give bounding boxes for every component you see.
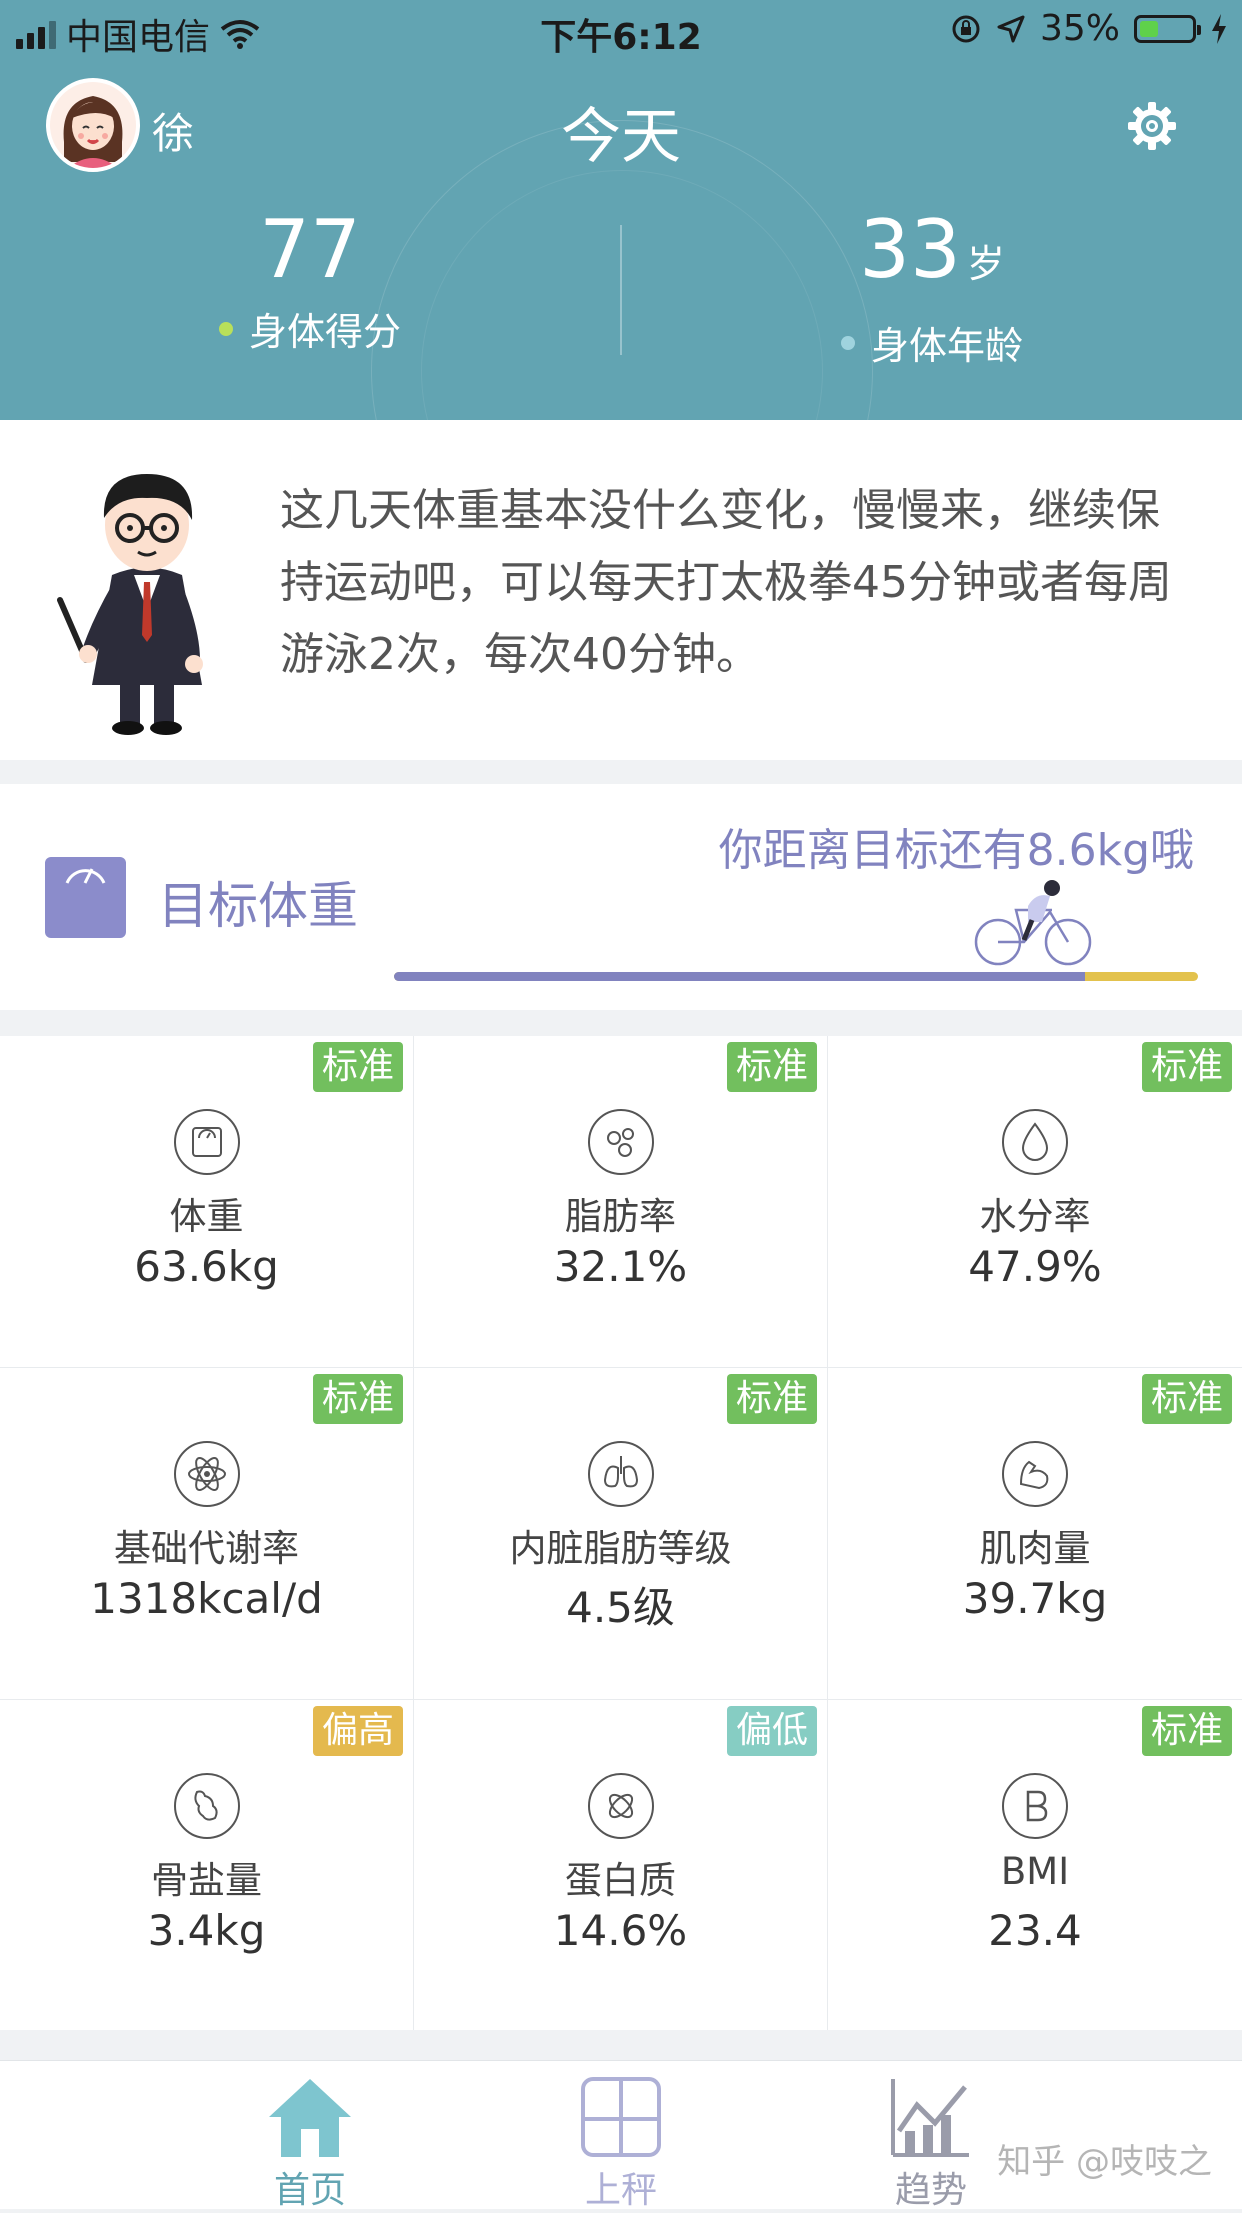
lungs-icon <box>587 1441 654 1507</box>
metric-cell[interactable]: 标准 肌肉量 39.7kg <box>828 1368 1242 1699</box>
home-icon <box>269 2079 351 2157</box>
status-badge: 标准 <box>312 1374 403 1424</box>
status-badge: 标准 <box>1141 1706 1232 1756</box>
metric-value: 3.4kg <box>147 1906 266 1955</box>
metric-cell[interactable]: 标准 水分率 47.9% <box>828 1036 1242 1367</box>
advice-text: 这几天体重基本没什么变化，慢慢来，继续保持运动吧，可以每天打太极拳45分钟或者每… <box>280 485 1172 680</box>
metric-name: 基础代谢率 <box>114 1527 299 1570</box>
bone-icon <box>173 1773 240 1839</box>
metric-cell[interactable]: 偏高 骨盐量 3.4kg <box>0 1700 413 2030</box>
page-title: 今天 <box>561 102 681 172</box>
muscle-icon <box>1002 1441 1068 1507</box>
status-badge: 标准 <box>726 1374 817 1424</box>
battery-percent: 35% <box>1039 8 1120 49</box>
body-age-unit: 岁 <box>966 242 1005 286</box>
metric-name: 肌肉量 <box>979 1527 1091 1570</box>
metric-name: BMI <box>1000 1850 1070 1893</box>
metric-value: 23.4 <box>988 1906 1082 1955</box>
metric-value: 32.1% <box>553 1242 688 1291</box>
body-score-value: 77 <box>259 203 361 296</box>
metric-value: 47.9% <box>968 1242 1102 1291</box>
target-progress-fill <box>394 972 1086 981</box>
body-score-dot <box>218 321 233 336</box>
orientation-lock-icon <box>952 15 980 42</box>
metric-name: 骨盐量 <box>151 1859 262 1902</box>
weight-scale-icon <box>45 857 126 938</box>
target-weight-label: 目标体重 <box>158 877 358 935</box>
teacher-character-illustration <box>57 474 203 735</box>
bmi-icon <box>1002 1773 1068 1839</box>
body-age-label: 身体年龄 <box>870 324 1023 368</box>
status-badge: 标准 <box>726 1042 817 1092</box>
fat-molecule-icon <box>587 1109 654 1175</box>
status-badge: 标准 <box>312 1042 403 1092</box>
watermark: 知乎 @吱吱之 <box>997 2142 1212 2182</box>
metric-cell[interactable]: 标准 内脏脂肪等级 4.5级 <box>414 1368 827 1699</box>
body-score[interactable]: 77 身体得分 <box>0 205 620 356</box>
tab-home[interactable]: 首页 <box>250 2075 370 2213</box>
scale-icon <box>173 1109 240 1175</box>
body-age-value: 33 <box>859 203 961 296</box>
tab-home-label: 首页 <box>273 2170 346 2211</box>
status-badge: 偏高 <box>312 1706 403 1756</box>
tab-trend[interactable]: 趋势 <box>871 2075 991 2213</box>
water-drop-icon <box>1002 1109 1068 1175</box>
protein-icon <box>587 1773 654 1839</box>
target-weight-card[interactable]: 目标体重 你距离目标还有8.6kg哦 <box>0 784 1242 1010</box>
metric-value: 39.7kg <box>962 1574 1108 1623</box>
scale-weigh-icon <box>581 2077 661 2157</box>
body-score-label: 身体得分 <box>248 310 401 354</box>
target-progress-bar <box>394 972 1198 981</box>
metric-value: 14.6% <box>553 1906 688 1955</box>
metric-cell[interactable]: 偏低 蛋白质 14.6% <box>414 1700 827 2030</box>
tab-trend-label: 趋势 <box>894 2170 967 2211</box>
metric-name: 脂肪率 <box>565 1195 676 1238</box>
metrics-grid: 标准 体重 63.6kg 标准 脂肪率 32.1% 标准 水分率 47.9% 标… <box>0 1036 1242 2030</box>
tab-weigh-label: 上秤 <box>584 2170 657 2211</box>
advice-card: 这几天体重基本没什么变化，慢慢来，继续保持运动吧，可以每天打太极拳45分钟或者每… <box>0 420 1242 760</box>
metric-name: 水分率 <box>979 1195 1091 1238</box>
metric-name: 蛋白质 <box>565 1859 676 1902</box>
metric-value: 1318kcal/d <box>90 1574 323 1623</box>
status-bar: 中国电信 下午6:12 35% <box>0 0 1242 60</box>
status-badge: 偏低 <box>726 1706 817 1756</box>
status-badge: 标准 <box>1141 1042 1232 1092</box>
metric-name: 体重 <box>169 1195 244 1238</box>
metric-cell[interactable]: 标准 基础代谢率 1318kcal/d <box>0 1368 413 1699</box>
metric-cell[interactable]: 标准 脂肪率 32.1% <box>414 1036 827 1367</box>
header: 中国电信 下午6:12 35% 徐 今天 77 身体得分 33 岁 身体年龄 <box>0 0 1242 420</box>
metric-cell[interactable]: 标准 BMI 23.4 <box>828 1700 1242 2030</box>
body-age-dot <box>840 335 855 350</box>
tab-weigh[interactable]: 上秤 <box>561 2075 681 2213</box>
metric-value: 63.6kg <box>134 1242 279 1291</box>
target-remaining-message: 你距离目标还有8.6kg哦 <box>718 825 1194 876</box>
cyclist-icon <box>974 880 1092 966</box>
metric-name: 内脏脂肪等级 <box>509 1527 732 1570</box>
location-arrow-icon <box>997 15 1025 42</box>
settings-gear-icon[interactable] <box>1124 98 1180 154</box>
status-badge: 标准 <box>1141 1374 1232 1424</box>
metric-cell[interactable]: 标准 体重 63.6kg <box>0 1036 413 1367</box>
atom-icon <box>173 1441 240 1507</box>
trend-chart-icon <box>891 2079 969 2157</box>
charging-bolt-icon <box>1212 13 1226 44</box>
body-age[interactable]: 33 岁 身体年龄 <box>622 205 1242 370</box>
metric-value: 4.5级 <box>566 1583 675 1632</box>
battery-icon <box>1134 14 1201 43</box>
